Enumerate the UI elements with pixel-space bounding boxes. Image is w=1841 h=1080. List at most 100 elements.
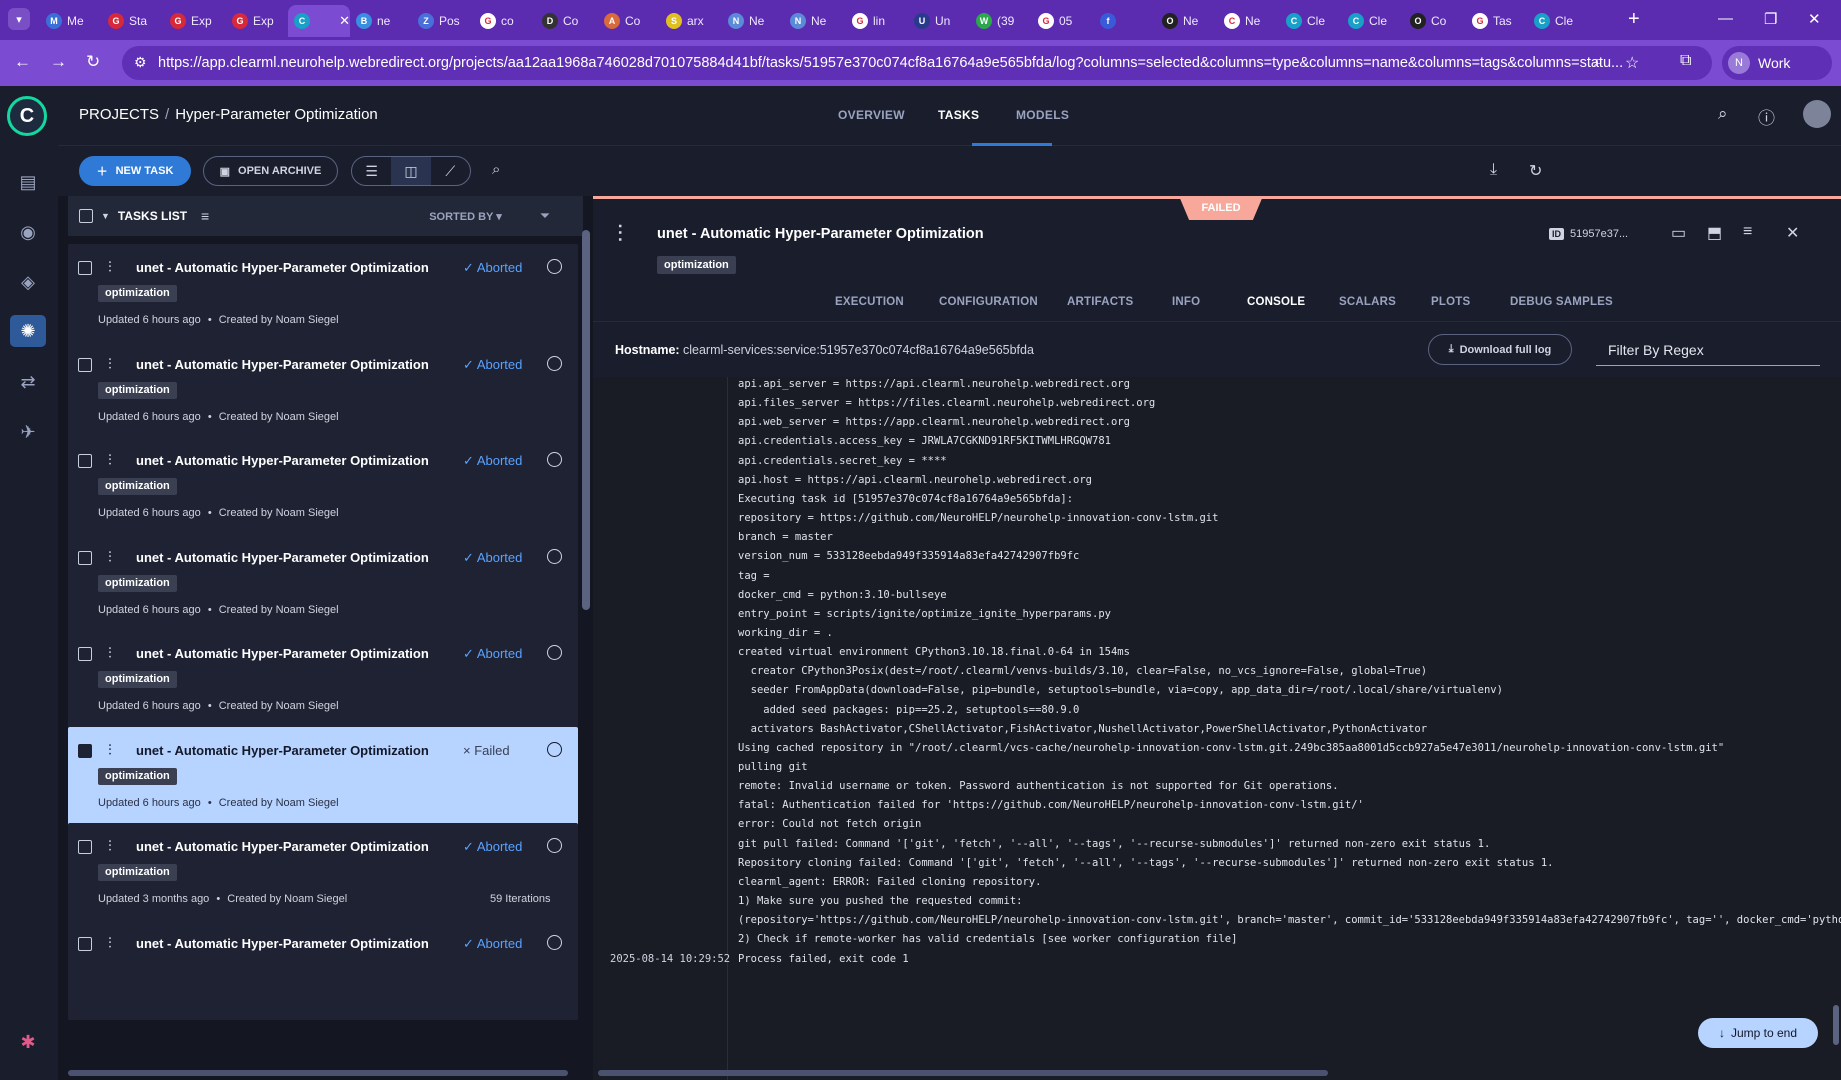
task-card[interactable]: ⫶ unet - Automatic Hyper-Parameter Optimi… bbox=[68, 630, 578, 730]
menu-icon[interactable]: ≡ bbox=[1743, 223, 1752, 241]
task-tag[interactable]: optimization bbox=[98, 574, 177, 592]
browser-tab[interactable]: C ✕ bbox=[288, 5, 350, 37]
task-card[interactable]: ⫶ unet - Automatic Hyper-Parameter Optimi… bbox=[68, 244, 578, 344]
browser-tab[interactable]: M Me bbox=[40, 5, 102, 37]
task-tag[interactable]: optimization bbox=[657, 256, 736, 274]
task-checkbox[interactable] bbox=[78, 647, 92, 661]
browser-tab[interactable]: G 05 bbox=[1032, 5, 1094, 37]
task-card[interactable]: ⫶ unet - Automatic Hyper-Parameter Optimi… bbox=[68, 340, 578, 441]
task-tag[interactable]: optimization bbox=[98, 285, 177, 302]
close-window-icon[interactable]: ✕ bbox=[1808, 10, 1821, 28]
datasets-icon[interactable]: ◈ bbox=[10, 266, 46, 298]
browser-tab[interactable]: Gco bbox=[474, 5, 536, 37]
browser-tab[interactable]: f bbox=[1094, 5, 1156, 37]
browser-tab[interactable]: Z Pos bbox=[412, 5, 474, 37]
table-view-icon[interactable]: ☰ bbox=[352, 157, 391, 185]
task-name[interactable]: unet - Automatic Hyper-Parameter Optimiz… bbox=[136, 646, 429, 661]
task-tag[interactable]: optimization bbox=[98, 671, 177, 688]
browser-tab[interactable]: C Cle bbox=[1528, 5, 1590, 37]
task-name[interactable]: unet - Automatic Hyper-Parameter Optimiz… bbox=[136, 743, 429, 758]
compare-radio[interactable] bbox=[547, 452, 562, 467]
task-checkbox[interactable] bbox=[78, 840, 92, 854]
task-card[interactable]: ⫶ unet - Automatic Hyper-Parameter Optimi… bbox=[68, 437, 578, 537]
user-avatar[interactable] bbox=[1803, 100, 1831, 128]
close-icon[interactable]: ✕ bbox=[1786, 223, 1799, 243]
details-view-icon[interactable]: ◫ bbox=[391, 157, 431, 185]
info-panel-icon[interactable]: ▭ bbox=[1671, 223, 1686, 243]
pipelines-icon[interactable]: ⇄ bbox=[10, 366, 46, 398]
task-card[interactable]: ⫶ unet - Automatic Hyper-Parameter Optimi… bbox=[68, 726, 578, 827]
bookmark-star-icon[interactable]: ☆ bbox=[1625, 53, 1639, 73]
restore-icon[interactable]: ❐ bbox=[1764, 10, 1777, 28]
task-search-icon[interactable]: ⌕ bbox=[492, 161, 500, 178]
task-card[interactable]: ⫶ unet - Automatic Hyper-Parameter Optimi… bbox=[68, 823, 578, 923]
jump-to-end-button[interactable]: ↓ Jump to end bbox=[1698, 1018, 1818, 1048]
task-checkbox[interactable] bbox=[78, 357, 92, 372]
tab-console[interactable]: CONSOLE bbox=[1247, 296, 1305, 308]
compare-radio[interactable] bbox=[547, 741, 562, 757]
select-menu-icon[interactable]: ▼ bbox=[101, 211, 110, 221]
url-box[interactable]: ⚙ https://app.clearml.neurohelp.webredir… bbox=[122, 46, 1712, 80]
browser-tab[interactable]: A Co bbox=[598, 5, 660, 37]
orchestration-icon[interactable]: ✈ bbox=[10, 416, 46, 448]
task-name[interactable]: unet - Automatic Hyper-Parameter Optimiz… bbox=[136, 453, 429, 468]
tab-configuration[interactable]: CONFIGURATION bbox=[939, 296, 1038, 308]
browser-tab[interactable]: C Cle bbox=[1280, 5, 1342, 37]
list-horizontal-scrollbar[interactable] bbox=[68, 1070, 568, 1076]
profile-button[interactable]: N Work bbox=[1722, 46, 1832, 80]
task-name[interactable]: unet - Automatic Hyper-Parameter Optimiz… bbox=[136, 839, 429, 854]
task-tag[interactable]: optimization bbox=[98, 478, 177, 495]
task-title[interactable]: unet - Automatic Hyper-Parameter Optimiz… bbox=[657, 226, 984, 242]
browser-tab[interactable]: G Exp bbox=[226, 5, 288, 37]
slack-icon[interactable]: ✱ bbox=[10, 1026, 46, 1058]
task-checkbox[interactable] bbox=[78, 261, 92, 275]
tab-models[interactable]: MODELS bbox=[1016, 108, 1069, 122]
browser-tab[interactable]: Sarx bbox=[660, 5, 722, 37]
compare-radio[interactable] bbox=[547, 838, 562, 853]
browser-tab[interactable]: U Un bbox=[908, 5, 970, 37]
download-icon[interactable]: ⤓ bbox=[1490, 161, 1497, 179]
search-icon[interactable]: ⌕ bbox=[1718, 104, 1728, 124]
task-checkbox[interactable] bbox=[78, 550, 92, 565]
task-checkbox[interactable] bbox=[78, 936, 92, 951]
dashboard-icon[interactable]: ▤ bbox=[10, 166, 46, 198]
tab-tasks[interactable]: TASKS bbox=[938, 108, 979, 122]
site-info-icon[interactable]: ⚙ bbox=[134, 54, 147, 71]
compare-radio[interactable] bbox=[547, 259, 562, 274]
open-archive-button[interactable]: ▣ OPEN ARCHIVE bbox=[203, 156, 338, 186]
download-full-log-button[interactable]: ⤓ Download full log bbox=[1428, 334, 1572, 365]
projects-icon[interactable]: ◉ bbox=[10, 216, 46, 248]
browser-tab[interactable]: O Ne bbox=[1156, 5, 1218, 37]
forward-icon[interactable]: → bbox=[50, 52, 67, 72]
browser-tab[interactable]: G Exp bbox=[164, 5, 226, 37]
full-screen-icon[interactable]: ⬒ bbox=[1707, 223, 1722, 243]
task-tag[interactable]: optimization bbox=[98, 864, 177, 881]
tab-plots[interactable]: PLOTS bbox=[1431, 296, 1470, 308]
minimize-icon[interactable]: — bbox=[1718, 10, 1733, 27]
close-tab-icon[interactable]: ✕ bbox=[339, 13, 350, 29]
browser-tab[interactable]: Glin bbox=[846, 5, 908, 37]
browser-tab[interactable]: N Ne bbox=[784, 5, 846, 37]
task-checkbox[interactable] bbox=[78, 743, 92, 758]
tab-overview[interactable]: OVERVIEW bbox=[838, 108, 905, 122]
breadcrumb-projects[interactable]: PROJECTS bbox=[79, 106, 159, 123]
tab-debug-samples[interactable]: DEBUG SAMPLES bbox=[1510, 296, 1613, 308]
browser-tab[interactable]: D Co bbox=[536, 5, 598, 37]
task-name[interactable]: unet - Automatic Hyper-Parameter Optimiz… bbox=[136, 550, 429, 565]
tab-scalars[interactable]: SCALARS bbox=[1339, 296, 1396, 308]
console-horizontal-scrollbar[interactable] bbox=[598, 1070, 1328, 1076]
compare-view-icon[interactable]: ⟋ bbox=[431, 157, 470, 185]
column-settings-icon[interactable]: ≡ bbox=[201, 208, 209, 224]
browser-tab[interactable]: N Ne bbox=[722, 5, 784, 37]
browser-tab[interactable]: O Co bbox=[1404, 5, 1466, 37]
task-id-chip[interactable]: ID 51957e37... bbox=[1549, 223, 1628, 245]
experiments-icon[interactable]: ✺ bbox=[10, 315, 46, 347]
reload-icon[interactable]: ↻ bbox=[86, 52, 100, 72]
browser-tab[interactable]: G Sta bbox=[102, 5, 164, 37]
compare-radio[interactable] bbox=[547, 934, 562, 950]
filter-icon[interactable]: ⏷ bbox=[540, 208, 550, 224]
auto-refresh-icon[interactable]: ↻ bbox=[1529, 161, 1542, 181]
zoom-icon[interactable]: ⌕ bbox=[1594, 53, 1603, 71]
task-card[interactable]: ⫶ unet - Automatic Hyper-Parameter Optimi… bbox=[68, 533, 578, 634]
browser-tab[interactable]: Bne bbox=[350, 5, 412, 37]
